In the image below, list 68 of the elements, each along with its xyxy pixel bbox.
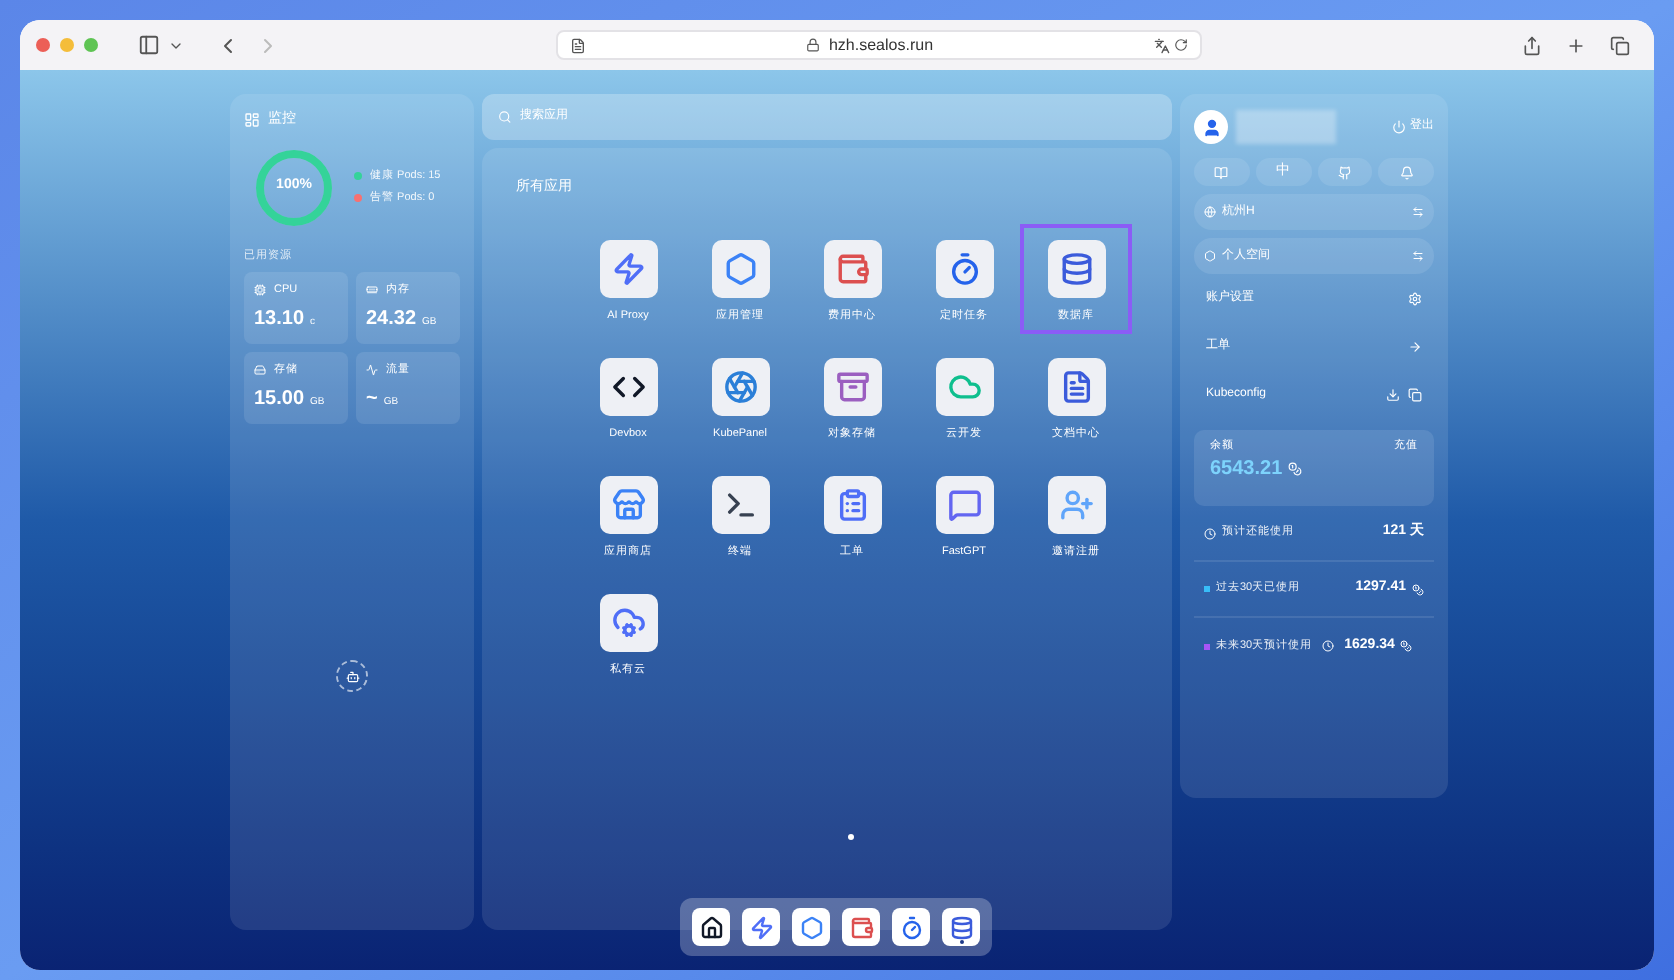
lightning-icon (749, 915, 773, 939)
workspace-icon (1204, 250, 1216, 262)
blurred-username (1236, 110, 1336, 144)
database-icon (949, 915, 973, 939)
coin-icon (1400, 640, 1413, 652)
archive-icon (835, 369, 869, 403)
cloud-icon (947, 369, 981, 403)
coin-icon (1412, 583, 1424, 595)
settings-icon (1408, 291, 1422, 305)
page-icon (570, 37, 586, 53)
bell-icon (1399, 165, 1414, 179)
resource-value: 24.32 (366, 306, 417, 334)
store-icon (611, 487, 645, 521)
resource-value: 13.10 (254, 306, 305, 334)
tabs-icon[interactable] (1610, 35, 1630, 55)
balance-value: 6543.21 (1210, 456, 1283, 485)
hexagon-icon (799, 915, 823, 939)
switch-icon (1412, 206, 1424, 218)
user-silhouette-icon (1201, 117, 1221, 137)
robot-icon (345, 669, 359, 684)
share-icon[interactable] (1522, 35, 1542, 55)
monitor-icon (244, 112, 260, 129)
globe-icon (1204, 206, 1216, 218)
disk-icon (254, 363, 266, 376)
aperture-icon (723, 369, 757, 403)
address-bar[interactable]: hzh.sealos.run (556, 30, 1202, 60)
timer-icon (899, 915, 923, 939)
chat-icon (947, 487, 981, 521)
dock-item[interactable] (692, 908, 730, 946)
dock-item[interactable] (942, 908, 980, 946)
github-icon (1337, 165, 1352, 179)
cloud-lock-icon (611, 605, 645, 639)
address-text: hzh.sealos.run (828, 33, 934, 57)
assistant-button[interactable] (336, 660, 368, 693)
new-tab-icon[interactable] (1566, 35, 1586, 55)
book-icon (1214, 165, 1229, 179)
memory-icon (366, 283, 378, 296)
clock-icon (1322, 640, 1335, 652)
wallet-icon (835, 251, 869, 285)
switch-icon (1412, 250, 1424, 262)
clipboard-icon (835, 487, 869, 521)
translate-icon[interactable] (1154, 37, 1170, 53)
download-icon[interactable] (1386, 387, 1400, 401)
terminal-icon (723, 487, 757, 521)
clock-icon (1204, 527, 1216, 539)
reload-icon[interactable] (1174, 38, 1188, 52)
power-icon (1392, 120, 1406, 134)
resource-value: ~ (366, 386, 378, 414)
arrow-right-icon (1408, 339, 1422, 353)
database-icon (1059, 251, 1093, 285)
sidebar-icon[interactable] (138, 34, 160, 56)
timer-icon (947, 251, 981, 285)
user-plus-icon (1059, 487, 1093, 521)
coin-icon (1288, 462, 1303, 477)
cpu-icon (254, 283, 266, 296)
search-icon (498, 110, 512, 124)
resource-value: 15.00 (254, 386, 305, 414)
document-icon (1059, 369, 1093, 403)
lock-icon (806, 38, 821, 52)
close-icon[interactable] (36, 38, 50, 52)
lightning-icon (611, 251, 645, 285)
home-icon (699, 915, 723, 939)
activity-icon (366, 363, 378, 376)
wallet-icon (849, 915, 873, 939)
hexagon-icon (723, 251, 757, 285)
avatar[interactable] (1194, 110, 1228, 144)
copy-icon[interactable] (1408, 387, 1422, 401)
running-indicator (959, 940, 963, 944)
